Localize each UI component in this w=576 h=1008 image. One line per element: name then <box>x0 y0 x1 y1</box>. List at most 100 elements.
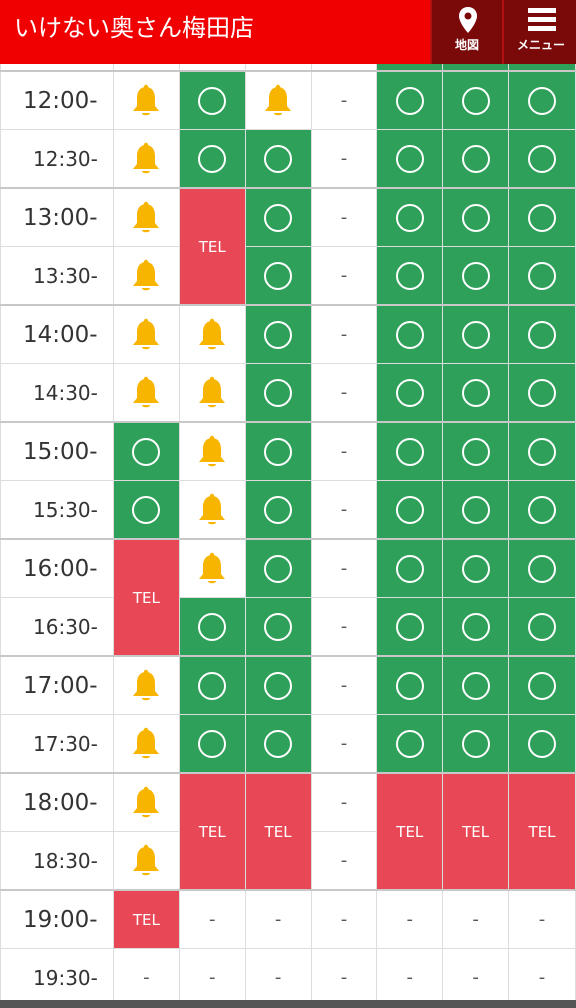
slot-bell[interactable] <box>112 363 180 423</box>
slot-available[interactable] <box>508 129 576 189</box>
slot-bell[interactable] <box>178 421 246 481</box>
slot-available[interactable] <box>244 597 312 657</box>
slot-available[interactable] <box>376 714 444 774</box>
slot-available[interactable] <box>508 538 576 598</box>
slot-available[interactable] <box>442 187 510 247</box>
table-row: 14:30- - <box>0 363 576 423</box>
circle-icon <box>395 261 424 290</box>
slot-available[interactable] <box>112 421 180 481</box>
slot-unavailable: - <box>310 304 378 364</box>
schedule-table-container[interactable]: 12:00- -12:30- -13:00- TEL -13:30- -14:00- -14… <box>0 64 576 1008</box>
slot-bell[interactable] <box>112 246 180 306</box>
slot-bell[interactable] <box>244 70 312 130</box>
slot-available[interactable] <box>178 70 246 130</box>
slot-available[interactable] <box>244 655 312 715</box>
slot-available[interactable] <box>376 363 444 423</box>
slot-available[interactable] <box>244 129 312 189</box>
slot-tel[interactable]: TEL <box>178 187 246 306</box>
slot-available[interactable] <box>376 187 444 247</box>
slot-bell[interactable] <box>178 304 246 364</box>
slot-available[interactable] <box>442 655 510 715</box>
slot-bell[interactable] <box>112 70 180 130</box>
spacer-cell <box>508 64 576 72</box>
slot-bell[interactable] <box>112 129 180 189</box>
slot-unavailable: - <box>178 889 246 949</box>
slot-available[interactable] <box>508 246 576 306</box>
slot-bell[interactable] <box>112 772 180 832</box>
circle-icon <box>461 320 490 349</box>
slot-available[interactable] <box>178 714 246 774</box>
slot-bell[interactable] <box>178 538 246 598</box>
slot-bell[interactable] <box>112 714 180 774</box>
slot-available[interactable] <box>442 70 510 130</box>
slot-available[interactable] <box>376 538 444 598</box>
slot-available[interactable] <box>376 70 444 130</box>
slot-available[interactable] <box>244 363 312 423</box>
slot-available[interactable] <box>376 480 444 540</box>
slot-available[interactable] <box>442 363 510 423</box>
slot-tel[interactable]: TEL <box>178 772 246 891</box>
slot-available[interactable] <box>178 597 246 657</box>
slot-available[interactable] <box>376 655 444 715</box>
slot-available[interactable] <box>244 714 312 774</box>
bell-icon <box>131 669 161 703</box>
slot-available[interactable] <box>376 421 444 481</box>
slot-available[interactable] <box>112 480 180 540</box>
slot-tel[interactable]: TEL <box>112 538 180 657</box>
slot-bell[interactable] <box>112 304 180 364</box>
slot-available[interactable] <box>508 655 576 715</box>
slot-available[interactable] <box>244 246 312 306</box>
slot-available[interactable] <box>244 187 312 247</box>
spacer-cell <box>376 64 444 72</box>
slot-tel[interactable]: TEL <box>244 772 312 891</box>
slot-available[interactable] <box>508 363 576 423</box>
slot-available[interactable] <box>442 421 510 481</box>
slot-available[interactable] <box>376 304 444 364</box>
slot-available[interactable] <box>178 129 246 189</box>
slot-available[interactable] <box>508 480 576 540</box>
slot-available[interactable] <box>244 421 312 481</box>
slot-unavailable: - <box>310 655 378 715</box>
slot-available[interactable] <box>244 480 312 540</box>
map-button[interactable]: 地図 <box>430 0 502 64</box>
slot-available[interactable] <box>376 246 444 306</box>
slot-available[interactable] <box>442 480 510 540</box>
slot-available[interactable] <box>442 538 510 598</box>
circle-icon <box>528 203 557 232</box>
slot-tel[interactable]: TEL <box>376 772 444 891</box>
slot-unavailable: - <box>310 246 378 306</box>
slot-available[interactable] <box>442 129 510 189</box>
slot-available[interactable] <box>178 655 246 715</box>
slot-tel[interactable]: TEL <box>112 889 180 949</box>
slot-available[interactable] <box>376 597 444 657</box>
shop-title[interactable]: いけない奥さん梅田店 <box>14 0 254 56</box>
slot-available[interactable] <box>508 714 576 774</box>
slot-available[interactable] <box>244 538 312 598</box>
slot-bell[interactable] <box>112 187 180 247</box>
slot-available[interactable] <box>442 597 510 657</box>
slot-available[interactable] <box>508 597 576 657</box>
circle-icon <box>198 729 227 758</box>
menu-button[interactable]: メニュー <box>502 0 576 64</box>
table-row: 19:30- - - - - - - - <box>0 948 576 1007</box>
slot-available[interactable] <box>508 421 576 481</box>
slot-available[interactable] <box>508 304 576 364</box>
slot-bell[interactable] <box>178 363 246 423</box>
slot-available[interactable] <box>244 304 312 364</box>
slot-unavailable: - <box>376 889 444 949</box>
slot-available[interactable] <box>442 246 510 306</box>
table-row: 15:30- - <box>0 480 576 540</box>
slot-tel[interactable]: TEL <box>508 772 576 891</box>
slot-available[interactable] <box>442 714 510 774</box>
slot-bell[interactable] <box>112 655 180 715</box>
slot-tel[interactable]: TEL <box>442 772 510 891</box>
slot-bell[interactable] <box>178 480 246 540</box>
slot-available[interactable] <box>508 70 576 130</box>
slot-unavailable: - <box>244 948 312 1007</box>
slot-available[interactable] <box>442 304 510 364</box>
slot-available[interactable] <box>508 187 576 247</box>
slot-available[interactable] <box>376 129 444 189</box>
slot-bell[interactable] <box>112 831 180 891</box>
circle-icon <box>264 320 293 349</box>
table-row: 13:00- TEL - <box>0 187 576 306</box>
